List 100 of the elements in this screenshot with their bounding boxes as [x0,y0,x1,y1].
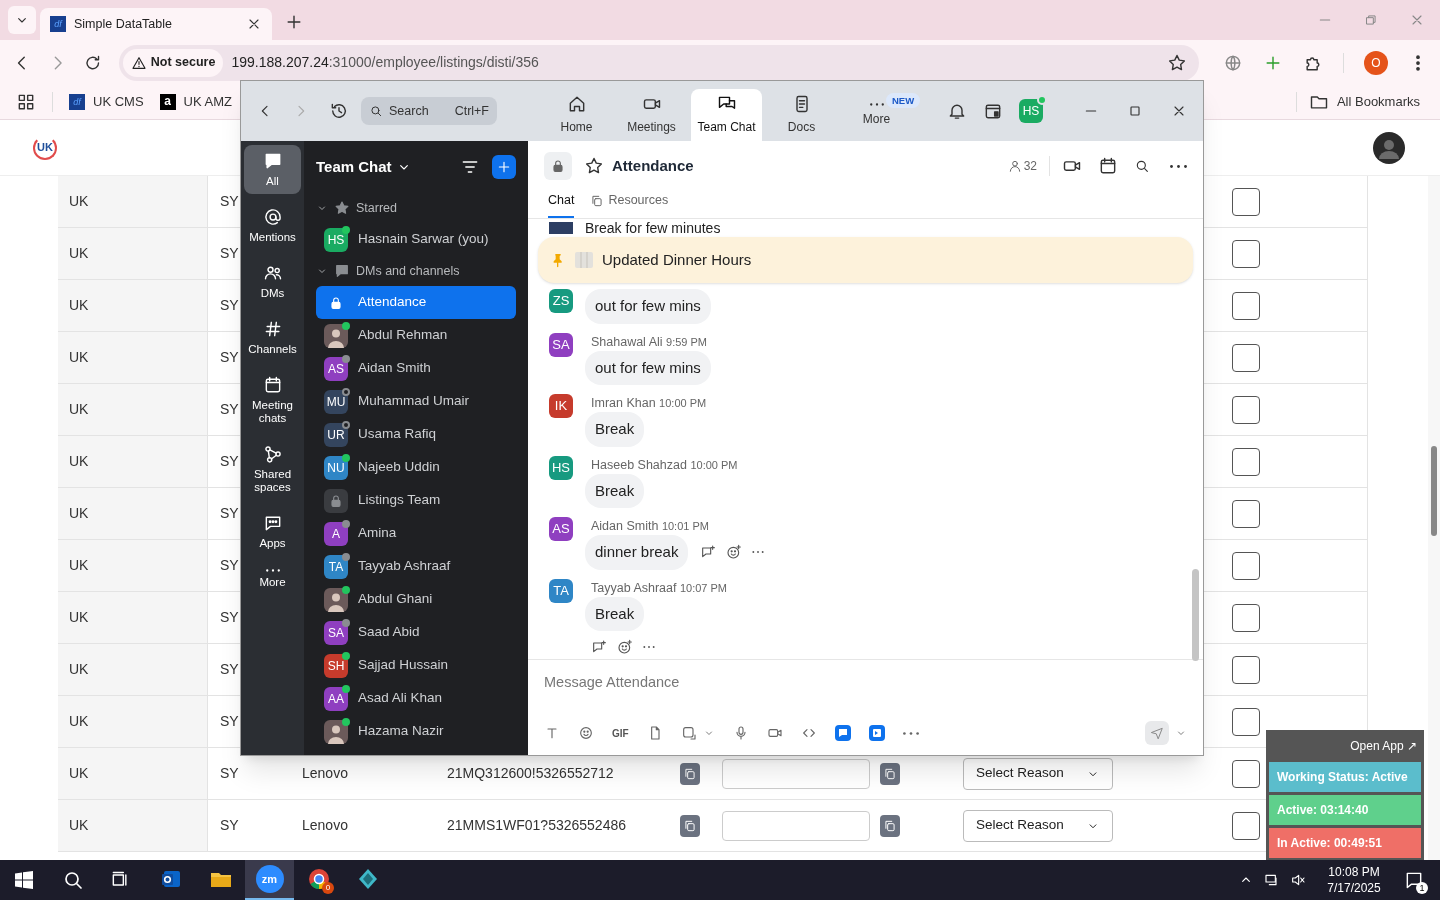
notification-button[interactable]: 1 [1402,868,1426,892]
checkbox[interactable] [1232,447,1260,476]
checkbox[interactable] [1232,239,1260,268]
taskbar-button[interactable]: 0 [294,860,343,900]
rail-item[interactable]: Mentions [244,201,301,250]
copy-button[interactable] [680,762,700,785]
nav-tab[interactable]: Home [541,89,612,141]
input-field[interactable] [722,758,870,789]
avatar-icon[interactable] [1373,131,1405,164]
rail-item[interactable]: Apps [244,507,301,556]
bookmark[interactable]: df UK CMS [69,92,144,112]
network-icon[interactable] [1264,872,1280,888]
plus-icon [496,159,512,175]
rail-item[interactable]: Shared spaces [244,438,301,500]
open-app-link[interactable]: Open App ↗ [1346,733,1421,759]
input-field[interactable] [722,810,870,841]
app-icon[interactable] [834,725,851,741]
nav-tab[interactable]: Team Chat [691,89,762,141]
checkbox[interactable] [1232,187,1260,216]
reason-select[interactable]: Select Reason [963,757,1113,790]
star-icon[interactable] [584,156,604,176]
history-icon[interactable] [329,101,349,121]
section-header[interactable]: Starred [316,193,516,223]
restore-icon[interactable] [1364,13,1378,27]
chat-list-item[interactable]: Attendance [316,286,516,319]
scrollbar[interactable] [1428,176,1440,860]
bookmark[interactable]: a UK AMZ [159,92,232,112]
copy-button[interactable] [880,762,900,785]
copy-button[interactable] [880,814,900,837]
calendar-icon[interactable] [983,101,1003,121]
add-reaction-icon[interactable] [726,544,743,561]
chat-list-item[interactable]: NU Najeeb Uddin [316,451,516,484]
checkbox[interactable] [1232,811,1260,840]
nav-tab[interactable]: Meetings [616,89,687,141]
copy-button[interactable] [680,814,700,837]
address-bar[interactable]: Not secure 199.188.207.24:31000/employee/listings/disti/356 [118,44,1199,81]
chat-list-item[interactable]: Hazama Nazir [316,715,516,748]
chat-list-item[interactable]: TA Tayyab Ashraaf [316,550,516,583]
checkbox[interactable] [1232,759,1260,788]
chat-list-item[interactable]: AS Aidan Smith [316,352,516,385]
url-text: 199.188.207.24:31000/employee/listings/disti/356 [231,53,539,72]
rail-item[interactable]: All [244,145,301,194]
profile-avatar[interactable]: O [1364,50,1388,75]
checkbox[interactable] [1232,499,1260,528]
scrollbar[interactable] [1192,569,1199,661]
chat-list-item[interactable]: MU Muhammad Umair [316,385,516,418]
avatar-icon [324,323,348,348]
checkbox[interactable] [1232,603,1260,632]
emoji-icon[interactable] [578,725,594,741]
chat-list-item[interactable]: Listings Team [316,484,516,517]
checkbox[interactable] [1232,291,1260,320]
rail-item[interactable]: Channels [244,313,301,362]
member-count[interactable]: 32 [1007,157,1037,175]
more-icon[interactable] [1170,164,1187,168]
channel-tab[interactable]: Resources [590,191,669,218]
chat-list-item[interactable]: SA Saad Abid [316,616,516,649]
start-icon[interactable] [15,871,33,889]
app-icon[interactable] [868,725,885,741]
chat-list-item[interactable]: AA Asad Ali Khan [316,682,516,715]
chat-list-item[interactable]: Abdul Ghani [316,583,516,616]
rail-item[interactable]: More [244,563,301,595]
chat-list-item[interactable]: SH Sajjad Hussain [316,649,516,682]
chat-list-item[interactable]: A Amina [316,517,516,550]
list-title[interactable]: Team Chat [316,155,412,179]
reply-icon[interactable] [591,639,607,655]
message-field[interactable]: Message Attendance [544,670,1187,694]
add-reaction-icon[interactable] [617,639,633,655]
chat-list-item[interactable]: UR Usama Rafiq [316,418,516,451]
browser-tab[interactable]: df Simple DataTable [40,8,272,40]
apps-grid-icon[interactable] [16,92,36,112]
calendar-icon[interactable] [1098,156,1118,176]
muted-speaker-icon[interactable] [1290,872,1306,888]
send-button[interactable] [1145,721,1169,745]
chat-list-item[interactable]: Abdul Rehman [316,319,516,352]
channel-tab[interactable]: Chat [548,191,575,218]
security-chip[interactable]: Not secure [122,48,224,77]
bookmark-star-icon[interactable] [1167,52,1187,73]
checkbox[interactable] [1232,655,1260,684]
rail-item[interactable]: Meeting chats [244,369,301,431]
checkbox[interactable] [1232,551,1260,580]
reason-select[interactable]: Select Reason [963,809,1113,842]
checkbox[interactable] [1232,707,1260,736]
rail-item[interactable]: DMs [244,257,301,306]
pinned-banner[interactable]: Updated Dinner Hours [538,237,1193,283]
section-header[interactable]: DMs and channels [316,256,516,286]
more-icon[interactable] [902,731,919,735]
nav-tab[interactable]: Docs [766,89,837,141]
maximize-icon[interactable] [1127,103,1143,119]
search-field[interactable]: Search Ctrl+F [361,97,497,125]
checkbox[interactable] [1232,395,1260,424]
new-chat-button[interactable] [492,155,516,179]
clock[interactable]: 10:08 PM 7/17/2025 [1318,864,1390,896]
all-bookmarks[interactable]: All Bookmarks [1308,92,1420,112]
more-icon[interactable] [752,551,765,554]
search-icon[interactable] [1134,158,1150,174]
gif-button[interactable]: GIF [612,725,629,741]
screenshot-icon[interactable] [680,725,697,741]
table-cell: SY [220,817,239,833]
chat-list-item[interactable]: HS Hasnain Sarwar (you) [316,223,516,256]
checkbox[interactable] [1232,343,1260,372]
